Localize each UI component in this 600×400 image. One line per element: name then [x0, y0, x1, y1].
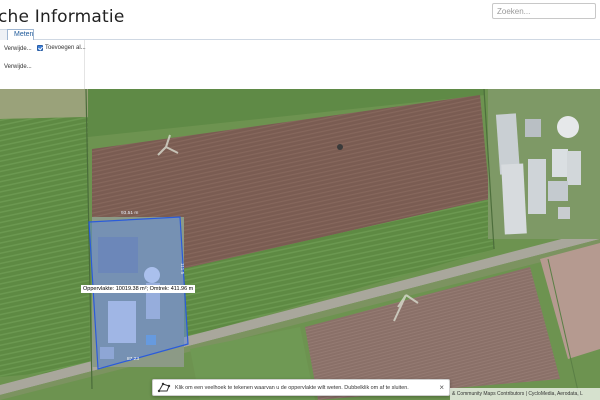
field-left	[0, 117, 90, 377]
add-checkbox-row[interactable]: Toevoegen al...	[37, 45, 86, 51]
add-checkbox-label: Toevoegen al...	[45, 45, 86, 51]
map-view[interactable]: Oppervlakte: 10019.38 m²; Omtrek: 411.96…	[0, 89, 600, 400]
add-checkbox[interactable]	[37, 45, 43, 51]
search-input[interactable]	[492, 3, 596, 19]
measure-panel: Verwijde... Toevoegen al... Verwijde...	[0, 40, 86, 89]
side-length-top: 93.51 m	[121, 211, 139, 216]
field-top-left	[0, 89, 88, 119]
polygon-draw-icon	[157, 382, 171, 393]
aerial-imagery	[0, 89, 600, 400]
close-icon[interactable]: ×	[439, 383, 444, 392]
page-title: che Informatie	[0, 7, 125, 27]
hint-text: Klik om een veelhoek te tekenen waarvan …	[175, 384, 409, 391]
app-header: che Informatie	[0, 0, 600, 30]
measurement-label: Oppervlakte: 10019.38 m²; Omtrek: 411.96…	[81, 285, 196, 293]
map-attribution: & Community Maps Contributors | CycloMed…	[450, 388, 600, 400]
side-length-bottom: 87.23	[127, 357, 140, 362]
tab-bar: Meten	[0, 29, 600, 41]
measure-polygon	[88, 216, 189, 370]
side-length-right: 111.5	[179, 263, 184, 275]
measure-hint-tooltip: Klik om een veelhoek te tekenen waarvan …	[152, 379, 450, 396]
remove-measure-link[interactable]: Verwijde...	[4, 46, 32, 52]
remove-all-link[interactable]: Verwijde...	[4, 64, 32, 70]
